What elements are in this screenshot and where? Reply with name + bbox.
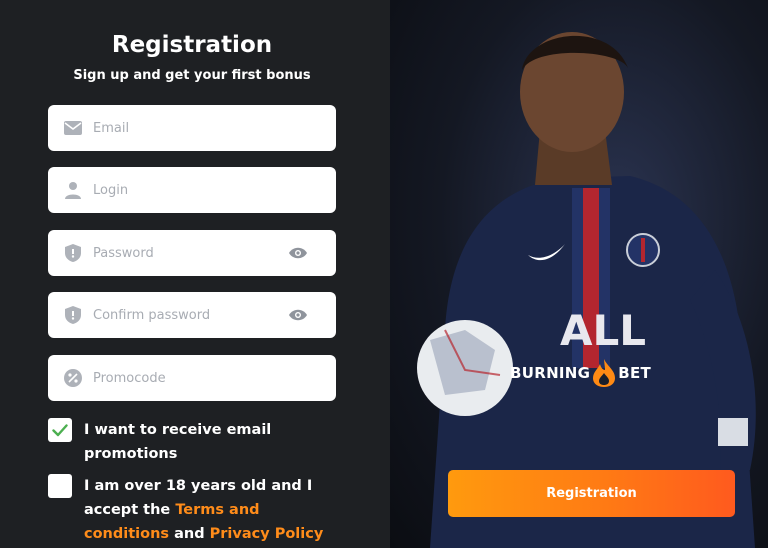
login-input[interactable] [93,175,273,205]
email-promotions-row: I want to receive email promotions [48,418,344,466]
promo-panel: ALL BURNING BET Registration [390,0,768,548]
age-terms-row: I am over 18 years old and I accept the … [48,474,344,546]
brand-left-text: BURNING [510,364,591,382]
registration-form-panel: Registration Sign up and get your first … [0,0,390,548]
privacy-policy-link[interactable]: Privacy Policy [210,526,324,542]
confirm-password-field-container[interactable] [48,292,336,338]
brand-right-text: BET [618,364,652,382]
age-terms-label: I am over 18 years old and I accept the … [84,474,344,546]
password-field-container[interactable] [48,230,336,276]
page-subtitle: Sign up and get your first bonus [73,68,311,83]
age-terms-text-2: and [169,526,210,542]
email-field-container[interactable] [48,105,336,151]
svg-text:ALL: ALL [560,306,646,355]
burningbet-logo: BURNING BET [510,358,651,388]
eye-icon[interactable] [288,243,308,263]
email-promotions-checkbox[interactable] [48,418,72,442]
player-photo: ALL [417,32,756,548]
email-input[interactable] [93,113,273,143]
percent-badge-icon [63,368,83,388]
shield-icon [63,305,83,325]
page-title: Registration [111,32,273,58]
promocode-field-container[interactable] [48,355,336,401]
password-input[interactable] [93,238,273,268]
envelope-icon [63,118,83,138]
shield-icon [63,243,83,263]
eye-icon[interactable] [288,305,308,325]
age-terms-checkbox[interactable] [48,474,72,498]
email-promotions-label: I want to receive email promotions [84,422,272,462]
checkmark-icon [52,423,68,436]
registration-button[interactable]: Registration [448,470,735,517]
promocode-input[interactable] [93,363,273,393]
confirm-password-input[interactable] [93,300,273,330]
user-icon [63,180,83,200]
flame-icon [593,359,616,387]
login-field-container[interactable] [48,167,336,213]
